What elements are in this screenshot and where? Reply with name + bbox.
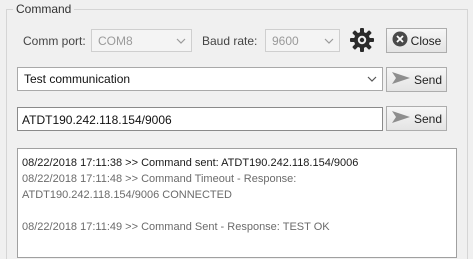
send-arrow-icon: [391, 71, 411, 88]
comm-port-value: COM8: [98, 34, 133, 48]
baud-rate-select[interactable]: 9600: [265, 29, 340, 52]
send-button-label: Send: [413, 111, 443, 126]
log-output[interactable]: 08/22/2018 17:11:38 >> Command sent: ATD…: [17, 148, 457, 258]
command-select-value: Test communication: [24, 72, 131, 86]
log-spacer: [22, 203, 452, 219]
send-arrow-icon: [391, 110, 411, 127]
chevron-down-icon: [362, 68, 382, 89]
comm-port-label: Comm port:: [23, 34, 86, 48]
comm-port-select[interactable]: COM8: [91, 29, 192, 52]
send-button-label: Send: [413, 72, 443, 87]
log-entry: ATDT190.242.118.154/9006 CONNECTED: [22, 189, 232, 201]
close-button[interactable]: Close: [386, 28, 447, 53]
log-entry: 08/22/2018 17:11:49 >> Command Sent - Re…: [22, 221, 330, 233]
log-entry: 08/22/2018 17:11:48 >> Command Timeout -…: [22, 173, 297, 185]
log-entry: 08/22/2018 17:11:38 >> Command sent: ATD…: [22, 157, 359, 169]
chevron-down-icon: [319, 30, 339, 51]
command-input-value: ATDT190.242.118.154/9006: [22, 113, 172, 127]
baud-rate-label: Baud rate:: [202, 34, 258, 48]
baud-rate-value: 9600: [272, 34, 299, 48]
group-title: Command: [13, 2, 75, 16]
gear-icon[interactable]: [349, 27, 375, 53]
chevron-down-icon: [171, 30, 191, 51]
command-select[interactable]: Test communication: [17, 67, 383, 91]
send-button-2[interactable]: Send: [386, 106, 447, 131]
command-input[interactable]: ATDT190.242.118.154/9006: [17, 107, 383, 131]
x-circle-icon: [392, 31, 408, 50]
send-button-1[interactable]: Send: [386, 67, 447, 92]
close-button-label: Close: [410, 33, 442, 48]
